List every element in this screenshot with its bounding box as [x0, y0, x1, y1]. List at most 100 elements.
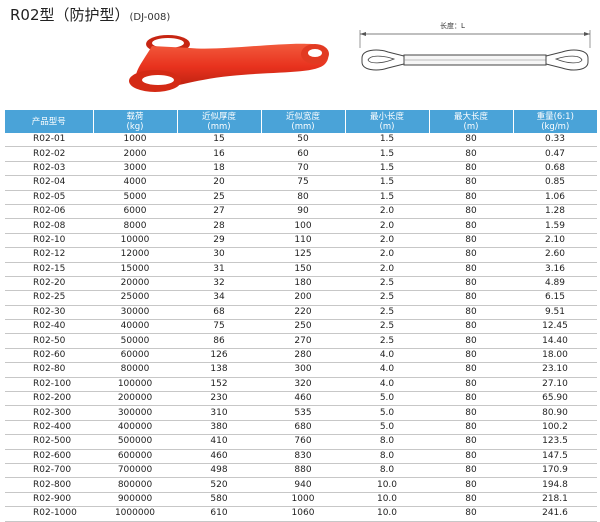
cell-weight: 65.90	[513, 391, 597, 407]
cell-min-length: 4.0	[345, 348, 429, 364]
cell-weight: 14.40	[513, 333, 597, 349]
cell-load: 100000	[93, 377, 177, 393]
table-row: R02-500 500000 410 760 8.0 80 123.5	[5, 434, 597, 450]
cell-min-length: 4.0	[345, 377, 429, 393]
table-row: R02-20 20000 32 180 2.5 80 4.89	[5, 276, 597, 292]
cell-model: R02-06	[5, 204, 93, 220]
cell-weight: 194.8	[513, 477, 597, 493]
cell-thickness: 410	[177, 434, 261, 450]
cell-load: 8000	[93, 218, 177, 234]
cell-width: 100	[261, 218, 345, 234]
table-header-row: 产品型号 载荷 (kg) 近似厚度 (mm) 近似宽度 (mm) 最小长度 (m) 最大…	[5, 110, 597, 133]
cell-min-length: 2.0	[345, 247, 429, 263]
cell-model: R02-02	[5, 146, 93, 162]
cell-width: 320	[261, 377, 345, 393]
cell-thickness: 16	[177, 146, 261, 162]
cell-min-length: 10.0	[345, 477, 429, 493]
cell-thickness: 32	[177, 276, 261, 292]
cell-model: R02-20	[5, 276, 93, 292]
cell-weight: 0.33	[513, 133, 597, 148]
cell-width: 60	[261, 146, 345, 162]
table-row: R02-700 700000 498 880 8.0 80 170.9	[5, 463, 597, 479]
cell-max-length: 80	[429, 319, 513, 335]
cell-thickness: 20	[177, 175, 261, 191]
cell-max-length: 80	[429, 290, 513, 306]
cell-max-length: 80	[429, 161, 513, 177]
cell-load: 4000	[93, 175, 177, 191]
header-min-length: 最小长度 (m)	[345, 110, 430, 133]
cell-weight: 12.45	[513, 319, 597, 335]
cell-width: 70	[261, 161, 345, 177]
cell-width: 250	[261, 319, 345, 335]
cell-load: 300000	[93, 405, 177, 421]
cell-max-length: 80	[429, 146, 513, 162]
cell-max-length: 80	[429, 362, 513, 378]
cell-thickness: 610	[177, 506, 261, 522]
cell-weight: 100.2	[513, 420, 597, 436]
cell-max-length: 80	[429, 218, 513, 234]
sling-loop-bottom-hole	[142, 75, 174, 85]
cell-load: 500000	[93, 434, 177, 450]
cell-width: 280	[261, 348, 345, 364]
table-row: R02-10 10000 29 110 2.0 80 2.10	[5, 233, 597, 249]
cell-thickness: 30	[177, 247, 261, 263]
cell-thickness: 18	[177, 161, 261, 177]
header-thickness: 近似厚度 (mm)	[177, 110, 262, 133]
table-row: R02-100 100000 152 320 4.0 80 27.10	[5, 377, 597, 393]
cell-model: R02-08	[5, 218, 93, 234]
cell-load: 10000	[93, 233, 177, 249]
cell-width: 1060	[261, 506, 345, 522]
cell-width: 1000	[261, 492, 345, 508]
cell-weight: 170.9	[513, 463, 597, 479]
cell-max-length: 80	[429, 262, 513, 277]
cell-min-length: 8.0	[345, 449, 429, 464]
cell-max-length: 80	[429, 492, 513, 508]
cell-min-length: 2.0	[345, 262, 429, 277]
cell-width: 300	[261, 362, 345, 378]
cell-weight: 1.06	[513, 190, 597, 205]
cell-min-length: 2.0	[345, 218, 429, 234]
table-row: R02-25 25000 34 200 2.5 80 6.15	[5, 290, 597, 306]
cell-load: 200000	[93, 391, 177, 407]
cell-min-length: 2.5	[345, 276, 429, 292]
header-max-length: 最大长度 (m)	[429, 110, 514, 133]
cell-thickness: 27	[177, 204, 261, 220]
cell-min-length: 5.0	[345, 405, 429, 421]
table-row: R02-30 30000 68 220 2.5 80 9.51	[5, 305, 597, 321]
cell-max-length: 80	[429, 348, 513, 364]
cell-load: 25000	[93, 290, 177, 306]
page-title: R02型（防护型）(DJ-008)	[10, 4, 170, 25]
cell-model: R02-05	[5, 190, 93, 205]
cell-width: 75	[261, 175, 345, 191]
cell-load: 3000	[93, 161, 177, 177]
cell-weight: 4.89	[513, 276, 597, 292]
cell-model: R02-30	[5, 305, 93, 321]
cell-max-length: 80	[429, 276, 513, 292]
cell-max-length: 80	[429, 377, 513, 393]
cell-max-length: 80	[429, 305, 513, 321]
cell-thickness: 126	[177, 348, 261, 364]
cell-load: 20000	[93, 276, 177, 292]
cell-model: R02-100	[5, 377, 93, 393]
cell-load: 12000	[93, 247, 177, 263]
cell-weight: 0.85	[513, 175, 597, 191]
product-code: R02型	[10, 6, 55, 24]
cell-width: 110	[261, 233, 345, 249]
cell-model: R02-50	[5, 333, 93, 349]
cell-width: 880	[261, 463, 345, 479]
arrow-left-icon	[360, 32, 366, 36]
cell-max-length: 80	[429, 175, 513, 191]
cell-weight: 123.5	[513, 434, 597, 450]
cell-thickness: 310	[177, 405, 261, 421]
cell-load: 800000	[93, 477, 177, 493]
cell-width: 535	[261, 405, 345, 421]
cell-width: 220	[261, 305, 345, 321]
cell-width: 940	[261, 477, 345, 493]
cell-min-length: 8.0	[345, 463, 429, 479]
cell-load: 80000	[93, 362, 177, 378]
cell-width: 270	[261, 333, 345, 349]
cell-thickness: 380	[177, 420, 261, 436]
cell-model: R02-01	[5, 133, 93, 148]
cell-weight: 27.10	[513, 377, 597, 393]
arrow-right-icon	[584, 32, 590, 36]
